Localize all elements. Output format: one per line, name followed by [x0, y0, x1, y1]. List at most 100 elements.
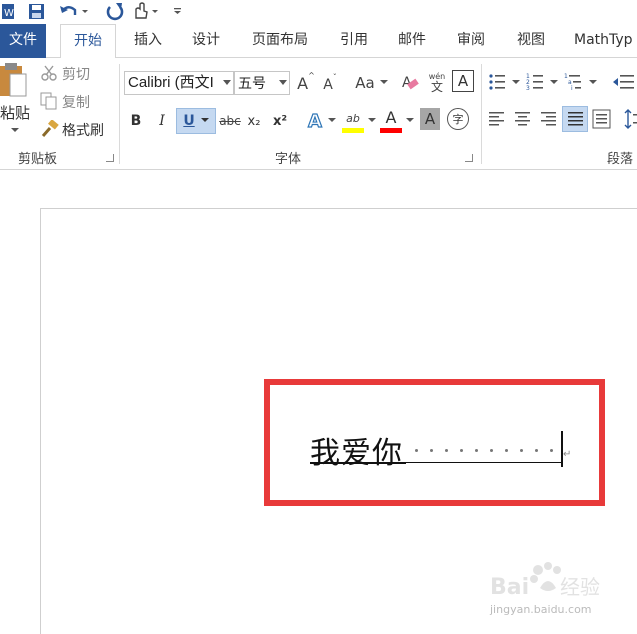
- watermark-url: jingyan.baidu.com: [490, 603, 592, 616]
- copy-button[interactable]: 复制: [62, 92, 90, 112]
- change-case-dropdown-icon[interactable]: [380, 80, 388, 86]
- tab-page-layout[interactable]: 页面布局: [240, 24, 320, 58]
- font-color-bar: [380, 128, 402, 133]
- underline-label: U: [183, 113, 195, 129]
- group-divider: [119, 64, 120, 164]
- numbering-icon[interactable]: 1 2 3: [526, 72, 560, 92]
- superscript-button[interactable]: x²: [270, 110, 290, 132]
- font-launcher-icon[interactable]: [465, 154, 473, 162]
- font-size-dropdown-icon[interactable]: [279, 80, 287, 85]
- font-size-value: 五号: [238, 75, 266, 91]
- highlight-button[interactable]: ab: [342, 108, 364, 128]
- tab-leader-underline: [405, 427, 562, 463]
- character-border-label: A: [457, 72, 469, 90]
- leader-dot: [430, 449, 433, 452]
- strikethrough-button[interactable]: abc: [218, 110, 242, 132]
- decrease-indent-icon[interactable]: [612, 72, 634, 92]
- enclose-characters-label: 字: [452, 113, 464, 126]
- change-case-label: Aa: [355, 74, 375, 92]
- redo-icon[interactable]: [104, 1, 126, 21]
- clear-formatting-icon[interactable]: A: [400, 72, 420, 92]
- save-icon[interactable]: [28, 1, 46, 21]
- font-color-button[interactable]: A: [380, 106, 402, 128]
- tab-home[interactable]: 开始: [60, 24, 116, 59]
- document-text[interactable]: 我爱你: [310, 428, 403, 472]
- tab-mathtype[interactable]: MathTyp: [568, 24, 637, 58]
- enclose-characters-button[interactable]: 字: [447, 108, 469, 130]
- italic-label: I: [159, 113, 165, 129]
- clipboard-group-label: 剪贴板: [18, 152, 58, 167]
- paragraph-mark-icon: ↵: [563, 449, 572, 460]
- leader-dot: [490, 449, 493, 452]
- undo-icon[interactable]: [58, 1, 90, 21]
- cut-button[interactable]: 剪切: [62, 64, 90, 84]
- tab-view[interactable]: 视图: [506, 24, 556, 58]
- distributed-icon[interactable]: [592, 108, 612, 130]
- underline-dropdown-icon[interactable]: [200, 118, 209, 124]
- align-left-icon[interactable]: [488, 110, 506, 128]
- text-underline: [310, 462, 406, 464]
- copy-icon: [40, 92, 57, 110]
- leader-dot: [460, 449, 463, 452]
- format-painter-icon: [41, 120, 59, 137]
- customize-qat-icon[interactable]: [172, 1, 184, 21]
- character-shading-button[interactable]: A: [420, 108, 440, 130]
- subscript-button[interactable]: x₂: [244, 110, 264, 132]
- paragraph-group-label: 段落: [607, 152, 634, 167]
- svg-text:经验: 经验: [560, 575, 600, 599]
- bold-button[interactable]: B: [126, 110, 146, 132]
- text-effects-label: A: [307, 110, 322, 132]
- tab-design[interactable]: 设计: [182, 24, 230, 58]
- multilevel-list-icon[interactable]: 1 a i: [564, 72, 600, 92]
- font-color-label: A: [385, 107, 397, 127]
- leader-dot: [445, 449, 448, 452]
- phonetic-guide-button[interactable]: wén 文: [426, 70, 448, 94]
- italic-button[interactable]: I: [152, 110, 172, 132]
- font-name-dropdown-icon[interactable]: [223, 80, 231, 85]
- highlight-dropdown-icon[interactable]: [368, 118, 376, 124]
- paste-button[interactable]: 粘贴: [0, 102, 30, 122]
- group-divider: [481, 64, 482, 164]
- leader-dot: [550, 449, 553, 452]
- tab-file[interactable]: 文件: [0, 24, 46, 58]
- strikethrough-label: abc: [219, 114, 241, 128]
- paste-icon[interactable]: [0, 62, 28, 100]
- tab-review[interactable]: 审阅: [446, 24, 496, 58]
- tab-mailings[interactable]: 邮件: [388, 24, 436, 58]
- shrink-font-button[interactable]: Aˇ: [320, 73, 340, 96]
- font-name-combo[interactable]: Calibri (西文I: [124, 71, 234, 95]
- character-border-button[interactable]: A: [452, 70, 474, 92]
- bullets-icon[interactable]: [488, 72, 522, 92]
- svg-text:3: 3: [526, 85, 530, 92]
- align-center-icon[interactable]: [514, 110, 532, 128]
- clipboard-launcher-icon[interactable]: [106, 154, 114, 162]
- touch-mode-icon[interactable]: [130, 1, 160, 21]
- paste-dropdown-icon[interactable]: [10, 126, 20, 134]
- justify-button[interactable]: [562, 106, 588, 132]
- grow-font-button[interactable]: A ^: [296, 71, 316, 94]
- leader-dot: [505, 449, 508, 452]
- line-spacing-icon[interactable]: [624, 108, 637, 130]
- bold-label: B: [130, 113, 142, 129]
- text-effects-button[interactable]: A: [304, 109, 326, 133]
- character-shading-label: A: [424, 110, 436, 128]
- word-icon[interactable]: W: [2, 1, 16, 21]
- font-size-combo[interactable]: 五号: [234, 71, 290, 95]
- align-right-icon[interactable]: [540, 110, 558, 128]
- superscript-label: x²: [272, 113, 288, 129]
- justify-icon: [568, 112, 583, 126]
- text-effects-dropdown-icon[interactable]: [328, 118, 336, 124]
- shrink-font-label: A: [323, 77, 333, 93]
- cut-icon: [41, 65, 57, 81]
- underline-button[interactable]: U: [176, 108, 216, 134]
- svg-text:Bai: Bai: [490, 575, 529, 600]
- tab-insert[interactable]: 插入: [124, 24, 172, 58]
- font-name-value: Calibri (西文I: [128, 74, 214, 91]
- phonetic-guide-bottom: 文: [430, 80, 443, 94]
- change-case-button[interactable]: Aa: [352, 72, 378, 94]
- svg-text:i: i: [571, 85, 573, 92]
- font-color-dropdown-icon[interactable]: [406, 118, 414, 124]
- tab-references[interactable]: 引用: [330, 24, 378, 58]
- leader-dot: [475, 449, 478, 452]
- format-painter-button[interactable]: 格式刷: [62, 120, 104, 140]
